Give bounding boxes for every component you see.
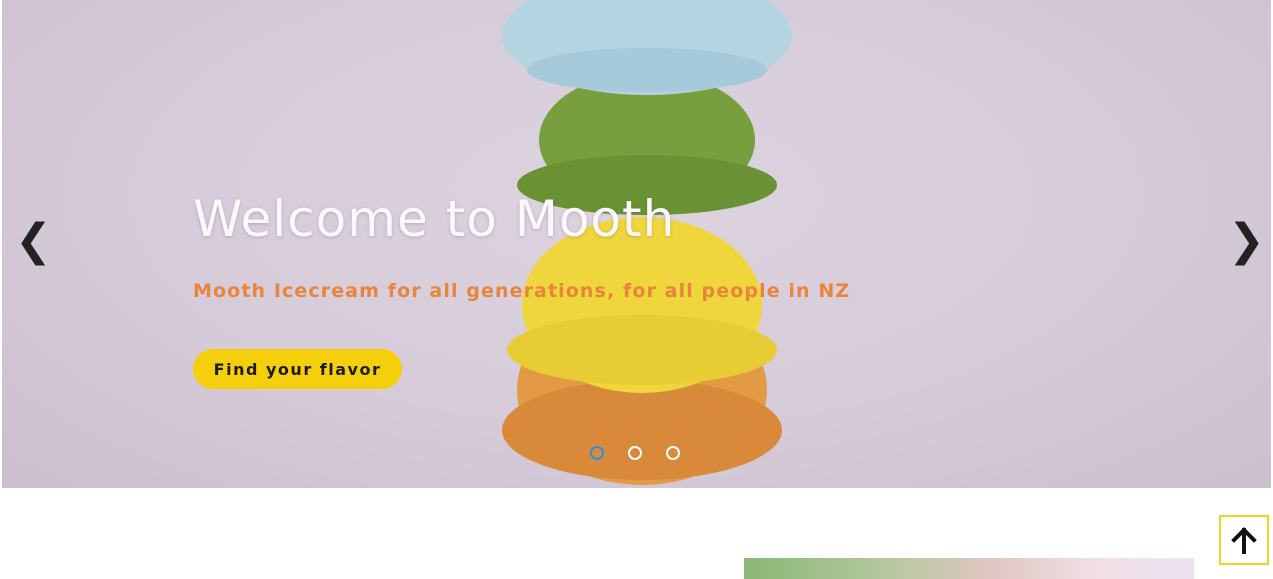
hero-subtitle: Mooth Icecream for all generations, for … — [193, 280, 851, 302]
hero-title: Welcome to Mooth — [193, 190, 676, 248]
arrow-up-icon — [1231, 527, 1257, 554]
carousel-dot-3[interactable] — [666, 446, 680, 460]
carousel-dot-2[interactable] — [628, 446, 642, 460]
product-image-preview — [744, 558, 1194, 579]
find-flavor-button[interactable]: Find your flavor — [193, 349, 402, 389]
carousel-indicators — [590, 446, 680, 460]
back-to-top-button[interactable] — [1219, 515, 1269, 565]
hero-carousel: Welcome to Mooth Mooth Icecream for all … — [2, 0, 1271, 488]
carousel-dot-1[interactable] — [590, 446, 604, 460]
carousel-prev-arrow-icon[interactable]: ❮ — [15, 214, 52, 268]
carousel-next-arrow-icon[interactable]: ❯ — [1228, 214, 1265, 268]
